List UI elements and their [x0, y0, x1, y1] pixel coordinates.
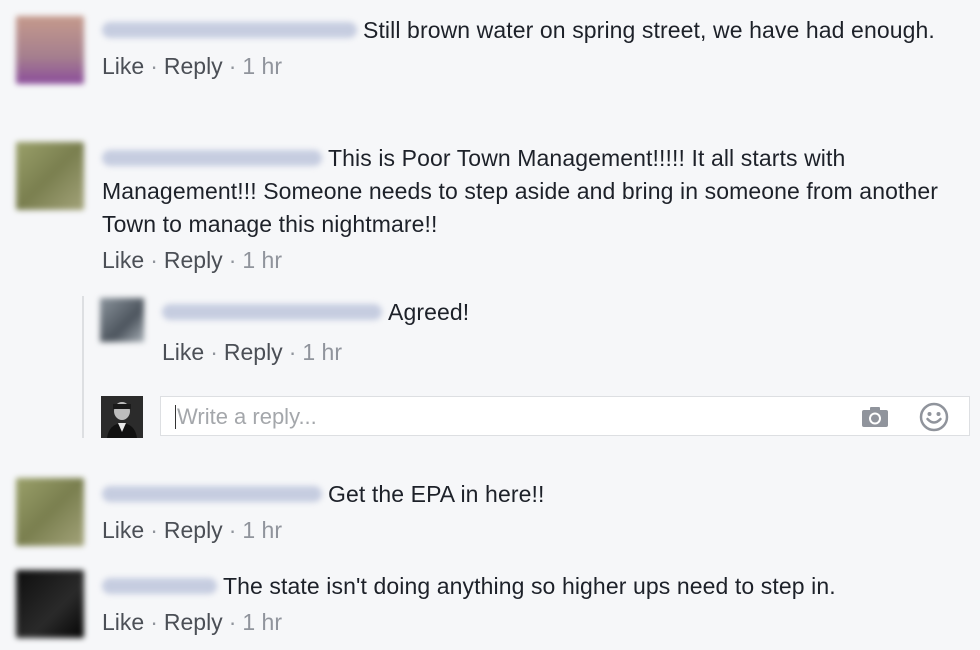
- commenter-name[interactable]: [102, 149, 322, 166]
- reply-link[interactable]: Reply: [224, 339, 283, 365]
- separator: ·: [150, 609, 158, 635]
- camera-icon[interactable]: [861, 406, 889, 428]
- avatar[interactable]: [16, 16, 84, 84]
- comment-actions: Like · Reply · 1 hr: [102, 51, 940, 81]
- comment-actions: Like · Reply · 1 hr: [102, 245, 940, 275]
- like-link[interactable]: Like: [162, 339, 204, 365]
- reply-link[interactable]: Reply: [164, 609, 223, 635]
- reply-link[interactable]: Reply: [164, 247, 223, 273]
- commenter-name[interactable]: [102, 21, 357, 38]
- reply-composer[interactable]: Write a reply...: [160, 396, 970, 436]
- separator: ·: [210, 339, 218, 365]
- comment-text: Still brown water on spring street, we h…: [102, 14, 940, 47]
- user-silhouette-icon: [101, 396, 143, 438]
- like-link[interactable]: Like: [102, 609, 144, 635]
- timestamp[interactable]: 1 hr: [302, 339, 342, 365]
- commenter-name[interactable]: [162, 303, 382, 320]
- reply-thread-line: [82, 296, 84, 438]
- separator: ·: [150, 53, 158, 79]
- current-user-avatar[interactable]: [101, 396, 143, 438]
- comment-text: This is Poor Town Management!!!!! It all…: [102, 145, 939, 237]
- like-link[interactable]: Like: [102, 517, 144, 543]
- text-caret: [175, 405, 176, 429]
- separator: ·: [228, 609, 237, 635]
- avatar[interactable]: [16, 570, 84, 638]
- avatar[interactable]: [16, 478, 84, 546]
- separator: ·: [288, 339, 297, 365]
- avatar[interactable]: [16, 142, 84, 210]
- separator: ·: [228, 247, 237, 273]
- timestamp[interactable]: 1 hr: [242, 247, 282, 273]
- comment-text: The state isn't doing anything so higher…: [102, 570, 940, 603]
- comment-actions: Like · Reply · 1 hr: [102, 607, 940, 637]
- reply-link[interactable]: Reply: [164, 53, 223, 79]
- comment-actions: Like · Reply · 1 hr: [102, 515, 940, 545]
- separator: ·: [150, 517, 158, 543]
- separator: ·: [150, 247, 158, 273]
- comment-text: Get the EPA in here!!: [102, 478, 940, 511]
- separator: ·: [228, 517, 237, 543]
- reply-actions: Like · Reply · 1 hr: [162, 337, 940, 367]
- timestamp[interactable]: 1 hr: [242, 53, 282, 79]
- like-link[interactable]: Like: [102, 247, 144, 273]
- reply-link[interactable]: Reply: [164, 517, 223, 543]
- timestamp[interactable]: 1 hr: [242, 517, 282, 543]
- emoji-icon[interactable]: [919, 402, 949, 432]
- separator: ·: [228, 53, 237, 79]
- commenter-name[interactable]: [102, 485, 322, 502]
- reply-input[interactable]: Write a reply...: [177, 397, 317, 437]
- timestamp[interactable]: 1 hr: [242, 609, 282, 635]
- avatar[interactable]: [100, 298, 144, 342]
- reply-text: Agreed!: [162, 296, 940, 329]
- like-link[interactable]: Like: [102, 53, 144, 79]
- commenter-name[interactable]: [102, 577, 217, 594]
